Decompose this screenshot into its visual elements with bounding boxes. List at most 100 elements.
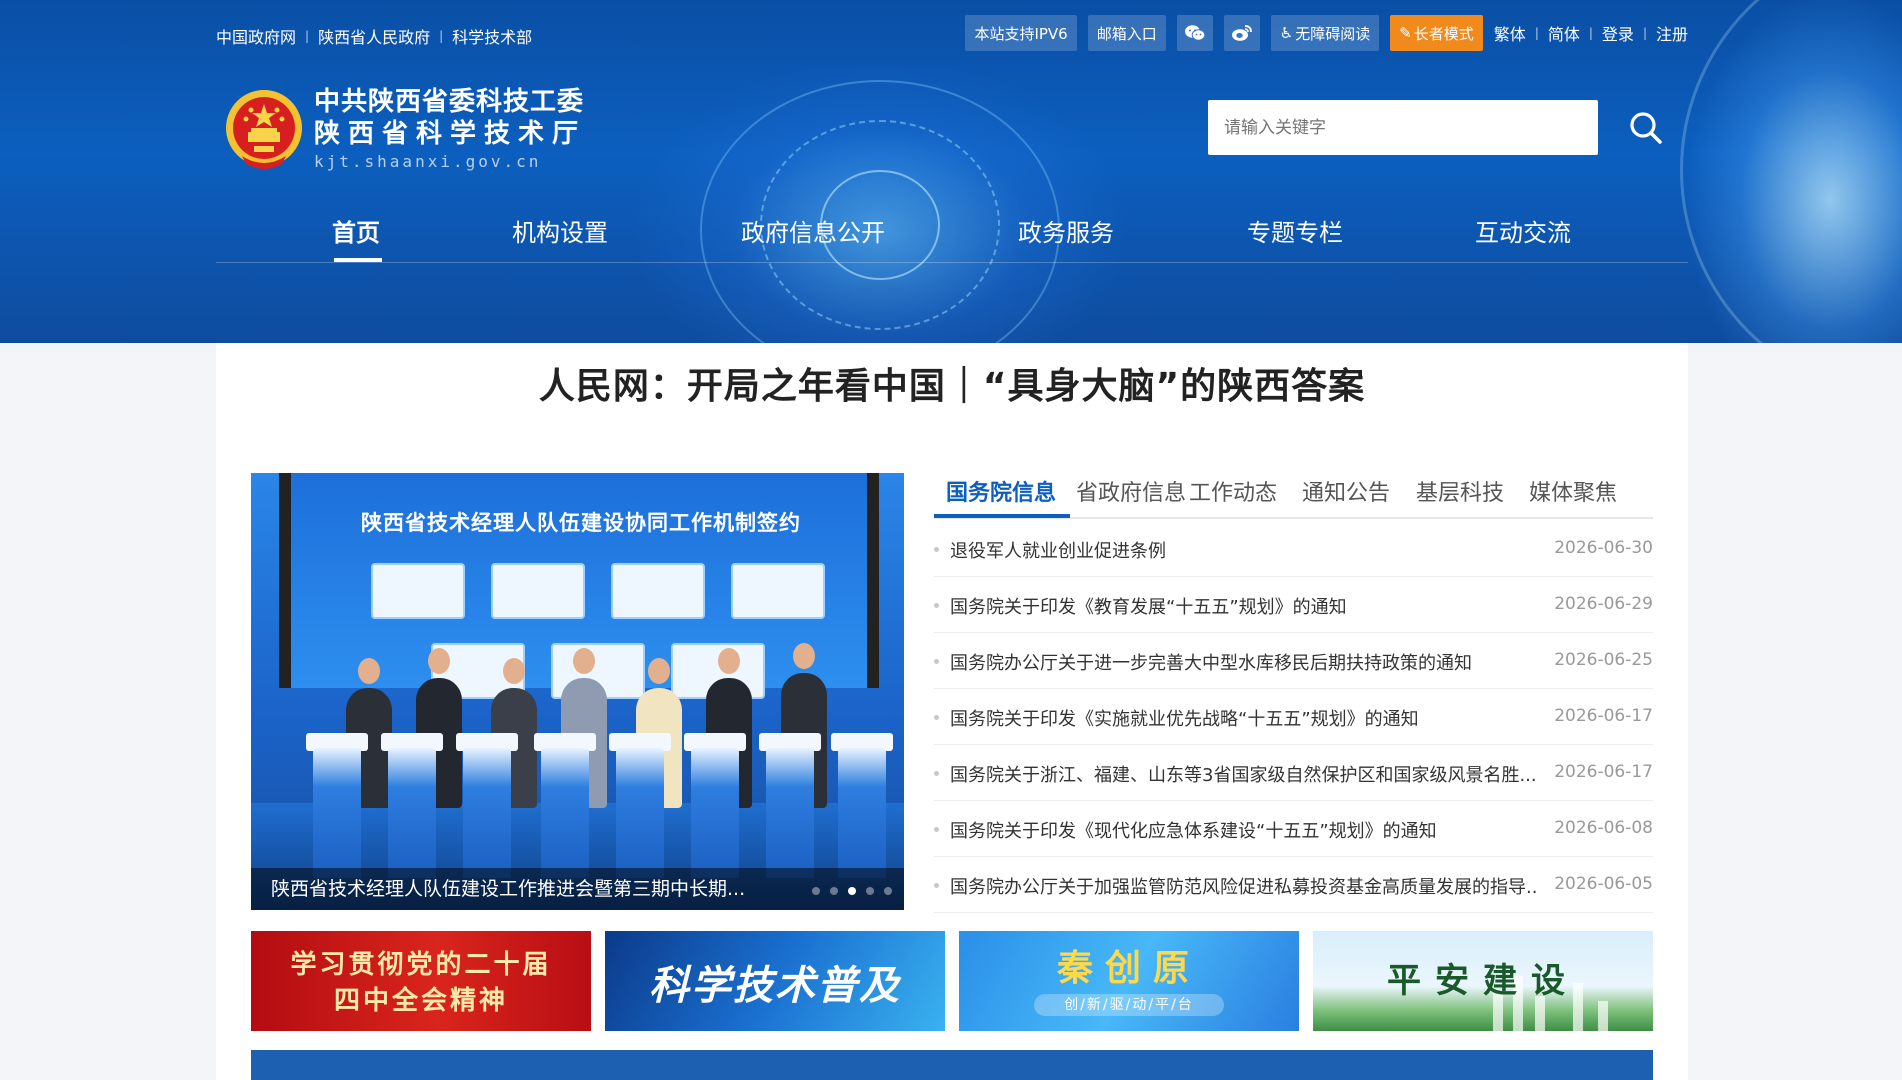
banner-qinchuangyuan[interactable]: 秦创原 创/新/驱/动/平/台: [959, 931, 1299, 1031]
news-slider[interactable]: 陕西省技术经理人队伍建设协同工作机制签约 陕西省技术经理人队伍建设工作推进会暨第…: [251, 473, 904, 910]
news-title[interactable]: 国务院关于浙江、福建、山东等3省国家级自然保护区和国家级风景名胜...: [950, 761, 1538, 787]
weibo-icon[interactable]: [1223, 15, 1260, 51]
news-tabs: 国务院信息 省政府信息 工作动态 通知公告 基层科技 媒体聚焦: [934, 467, 1653, 519]
podium: [463, 748, 511, 878]
nav-organization[interactable]: 机构设置: [512, 213, 608, 248]
news-item[interactable]: 国务院关于印发《实施就业优先战略“十五五”规划》的通知 2026-06-17: [934, 689, 1653, 745]
section-strip: [251, 1050, 1653, 1080]
traditional-link[interactable]: 繁体: [1494, 21, 1526, 45]
top-bar: 中国政府网 | 陕西省人民政府 | 科学技术部 本站支持IPV6 邮箱入口 ♿ …: [216, 0, 1688, 66]
tab-notices[interactable]: 通知公告: [1302, 475, 1390, 507]
news-item[interactable]: 国务院关于浙江、福建、山东等3省国家级自然保护区和国家级风景名胜... 2026…: [934, 745, 1653, 801]
link-gov-cn[interactable]: 中国政府网: [216, 24, 296, 48]
signature-card: [491, 563, 585, 619]
tab-state-council[interactable]: 国务院信息: [946, 475, 1056, 507]
national-emblem-logo[interactable]: [224, 86, 304, 172]
news-date: 2026-06-29: [1554, 594, 1653, 614]
news-item[interactable]: 退役军人就业创业促进条例 2026-06-30: [934, 521, 1653, 577]
news-item[interactable]: 国务院办公厅关于进一步完善大中型水库移民后期扶持政策的通知 2026-06-25: [934, 633, 1653, 689]
slide-caption[interactable]: 陕西省技术经理人队伍建设工作推进会暨第三期中长期...: [251, 868, 904, 910]
news-title[interactable]: 国务院关于印发《教育发展“十五五”规划》的通知: [950, 593, 1538, 619]
login-link[interactable]: 登录: [1602, 21, 1634, 45]
tab-media-focus[interactable]: 媒体聚焦: [1529, 475, 1617, 507]
divider: |: [1588, 26, 1593, 40]
elder-icon: ✎: [1399, 24, 1412, 42]
link-shaanxi-gov[interactable]: 陕西省人民政府: [318, 24, 430, 48]
main-nav: 首页 机构设置 政府信息公开 政务服务 专题专栏 互动交流: [216, 205, 1688, 263]
banner-subtitle: 创/新/驱/动/平/台: [1034, 994, 1224, 1016]
tab-provincial-gov[interactable]: 省政府信息: [1076, 475, 1186, 507]
search-input[interactable]: [1208, 100, 1598, 155]
wechat-icon[interactable]: [1176, 15, 1213, 51]
divider: |: [1534, 26, 1539, 40]
news-date: 2026-06-17: [1554, 762, 1653, 782]
site-header: 中国政府网 | 陕西省人民政府 | 科学技术部 本站支持IPV6 邮箱入口 ♿ …: [0, 0, 1902, 343]
divider: |: [1642, 26, 1647, 40]
search-icon[interactable]: [1622, 104, 1670, 152]
banner-text: 科学技术普及: [649, 962, 901, 1009]
news-title[interactable]: 国务院办公厅关于进一步完善大中型水库移民后期扶持政策的通知: [950, 649, 1538, 675]
nav-home[interactable]: 首页: [332, 213, 380, 248]
link-most[interactable]: 科学技术部: [452, 24, 532, 48]
nav-special-topics[interactable]: 专题专栏: [1247, 213, 1343, 248]
bullet: [934, 771, 939, 776]
tab-work-updates[interactable]: 工作动态: [1189, 475, 1277, 507]
slider-dot-active[interactable]: [848, 887, 856, 895]
nav-gov-info[interactable]: 政府信息公开: [741, 213, 885, 248]
divider: |: [439, 29, 444, 43]
site-url: kjt.shaanxi.gov.cn: [314, 152, 542, 171]
podium: [313, 748, 361, 878]
elder-label: 长者模式: [1413, 24, 1474, 43]
slider-dot[interactable]: [830, 887, 838, 895]
nav-interaction[interactable]: 互动交流: [1475, 213, 1571, 248]
signature-card: [731, 563, 825, 619]
news-title[interactable]: 退役军人就业创业促进条例: [950, 537, 1538, 563]
mailbox-button[interactable]: 邮箱入口: [1087, 15, 1166, 51]
bullet: [934, 659, 939, 664]
podium: [388, 748, 436, 878]
main-content: 人民网：开局之年看中国｜“具身大脑”的陕西答案 陕西省技术经理人队伍建设协同工作…: [216, 343, 1688, 1080]
nav-gov-services[interactable]: 政务服务: [1018, 213, 1114, 248]
slider-dot[interactable]: [812, 887, 820, 895]
news-date: 2026-06-30: [1554, 538, 1653, 558]
simplified-link[interactable]: 简体: [1548, 21, 1580, 45]
banner-science-popularization[interactable]: 科学技术普及: [605, 931, 945, 1031]
elder-mode-button[interactable]: ✎ 长者模式: [1390, 15, 1483, 51]
bullet: [934, 883, 939, 888]
signature-card: [371, 563, 465, 619]
building: [1598, 1001, 1608, 1031]
news-item[interactable]: 国务院关于印发《教育发展“十五五”规划》的通知 2026-06-29: [934, 577, 1653, 633]
slider-dot[interactable]: [884, 887, 892, 895]
tab-active-indicator: [934, 514, 1070, 518]
site-name-line2: 陕西省科学技术厅: [314, 119, 587, 149]
external-links: 中国政府网 | 陕西省人民政府 | 科学技术部: [216, 24, 532, 48]
top-tools: 本站支持IPV6 邮箱入口 ♿ 无障碍阅读 ✎ 长者模式 繁体 | 简体 | 登…: [965, 15, 1688, 51]
bullet: [934, 827, 939, 832]
lang-auth-links: 繁体 | 简体 | 登录 | 注册: [1494, 21, 1688, 45]
podium: [541, 748, 589, 878]
banner-line2: 四中全会精神: [333, 986, 508, 1016]
banner-fourth-plenum[interactable]: 学习贯彻党的二十届 四中全会精神: [251, 931, 591, 1031]
register-link[interactable]: 注册: [1656, 21, 1688, 45]
site-name[interactable]: 中共陕西省委科技工委 陕西省科学技术厅 kjt.shaanxi.gov.cn: [314, 86, 586, 174]
podium: [766, 748, 814, 878]
slide-screen-title: 陕西省技术经理人队伍建设协同工作机制签约: [361, 511, 801, 535]
news-item[interactable]: 国务院关于印发《现代化应急体系建设“十五五”规划》的通知 2026-06-08: [934, 801, 1653, 857]
banner-text: 平安建设: [1387, 961, 1579, 1001]
news-title[interactable]: 国务院关于印发《现代化应急体系建设“十五五”规划》的通知: [950, 817, 1538, 843]
news-title[interactable]: 国务院办公厅关于加强监管防范风险促进私募投资基金高质量发展的指导...: [950, 873, 1538, 899]
feature-banners: 学习贯彻党的二十届 四中全会精神 科学技术普及 秦创原 创/新/驱/动/平/台 …: [251, 931, 1653, 1031]
slider-dot[interactable]: [866, 887, 874, 895]
tab-grassroots-tech[interactable]: 基层科技: [1416, 475, 1504, 507]
banner-safety-construction[interactable]: 平安建设: [1313, 931, 1653, 1031]
banner-text: 秦创原: [1056, 947, 1201, 989]
news-title[interactable]: 国务院关于印发《实施就业优先战略“十五五”规划》的通知: [950, 705, 1538, 731]
headline-link[interactable]: 人民网：开局之年看中国｜“具身大脑”的陕西答案: [216, 357, 1688, 409]
nav-active-indicator: [334, 258, 382, 262]
podium: [838, 748, 886, 878]
bullet: [934, 547, 939, 552]
slide-photo: 陕西省技术经理人队伍建设协同工作机制签约: [251, 473, 904, 910]
podium: [691, 748, 739, 878]
accessible-reading-button[interactable]: ♿ 无障碍阅读: [1270, 15, 1380, 51]
news-item[interactable]: 国务院办公厅关于加强监管防范风险促进私募投资基金高质量发展的指导... 2026…: [934, 857, 1653, 913]
